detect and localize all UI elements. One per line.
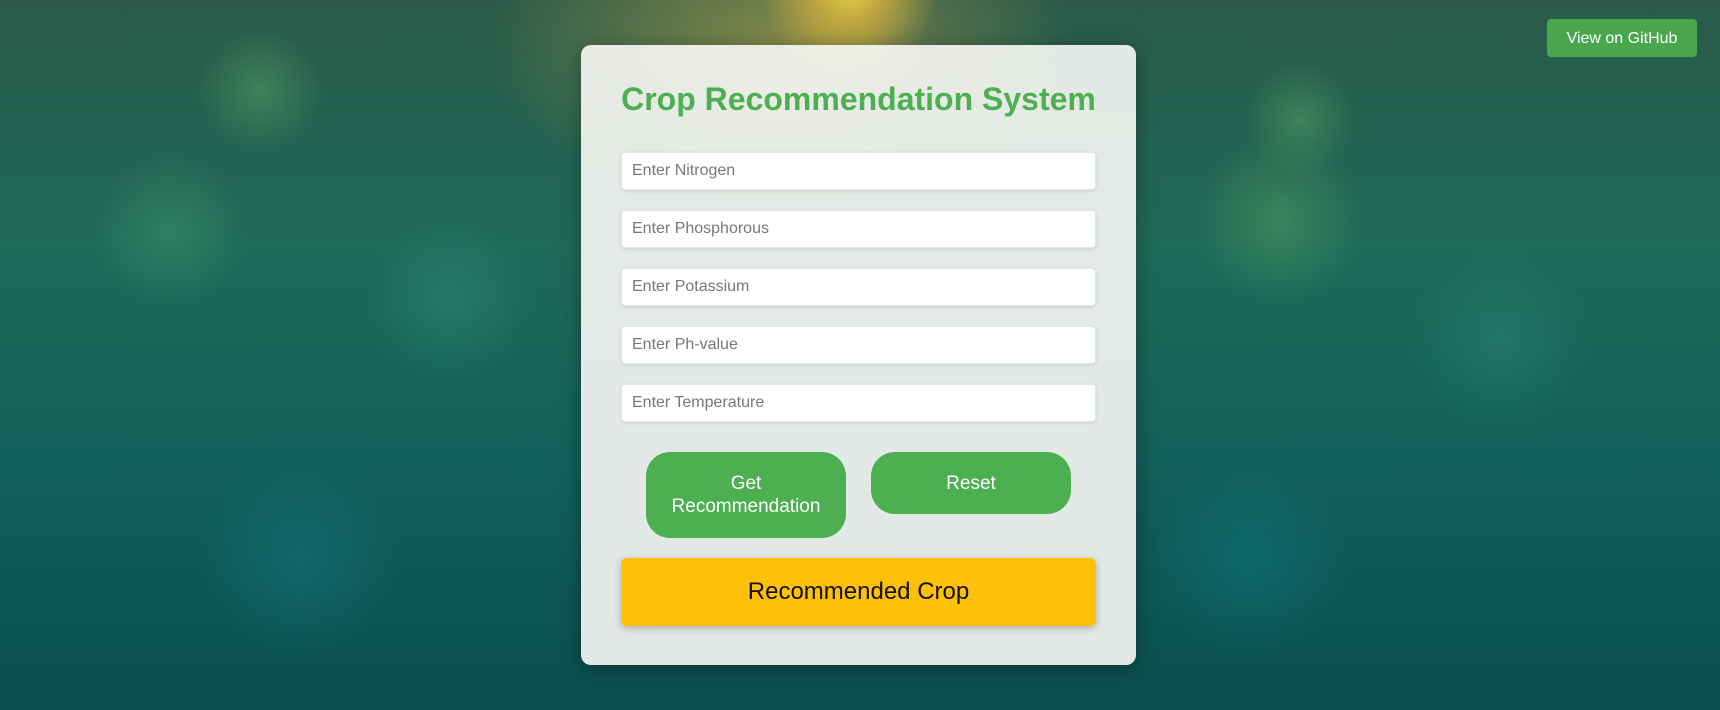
crop-form-card: Crop Recommendation System Get Recommend… <box>581 45 1136 665</box>
page-title: Crop Recommendation System <box>621 81 1096 117</box>
ph-value-input[interactable] <box>621 326 1096 364</box>
reset-button[interactable]: Reset <box>871 452 1071 514</box>
nitrogen-input[interactable] <box>621 152 1096 190</box>
get-recommendation-button[interactable]: Get Recommendation <box>646 452 846 538</box>
recommended-crop-result: Recommended Crop <box>621 558 1096 626</box>
potassium-input[interactable] <box>621 268 1096 306</box>
temperature-input[interactable] <box>621 384 1096 422</box>
phosphorous-input[interactable] <box>621 210 1096 248</box>
view-on-github-button[interactable]: View on GitHub <box>1547 19 1697 57</box>
